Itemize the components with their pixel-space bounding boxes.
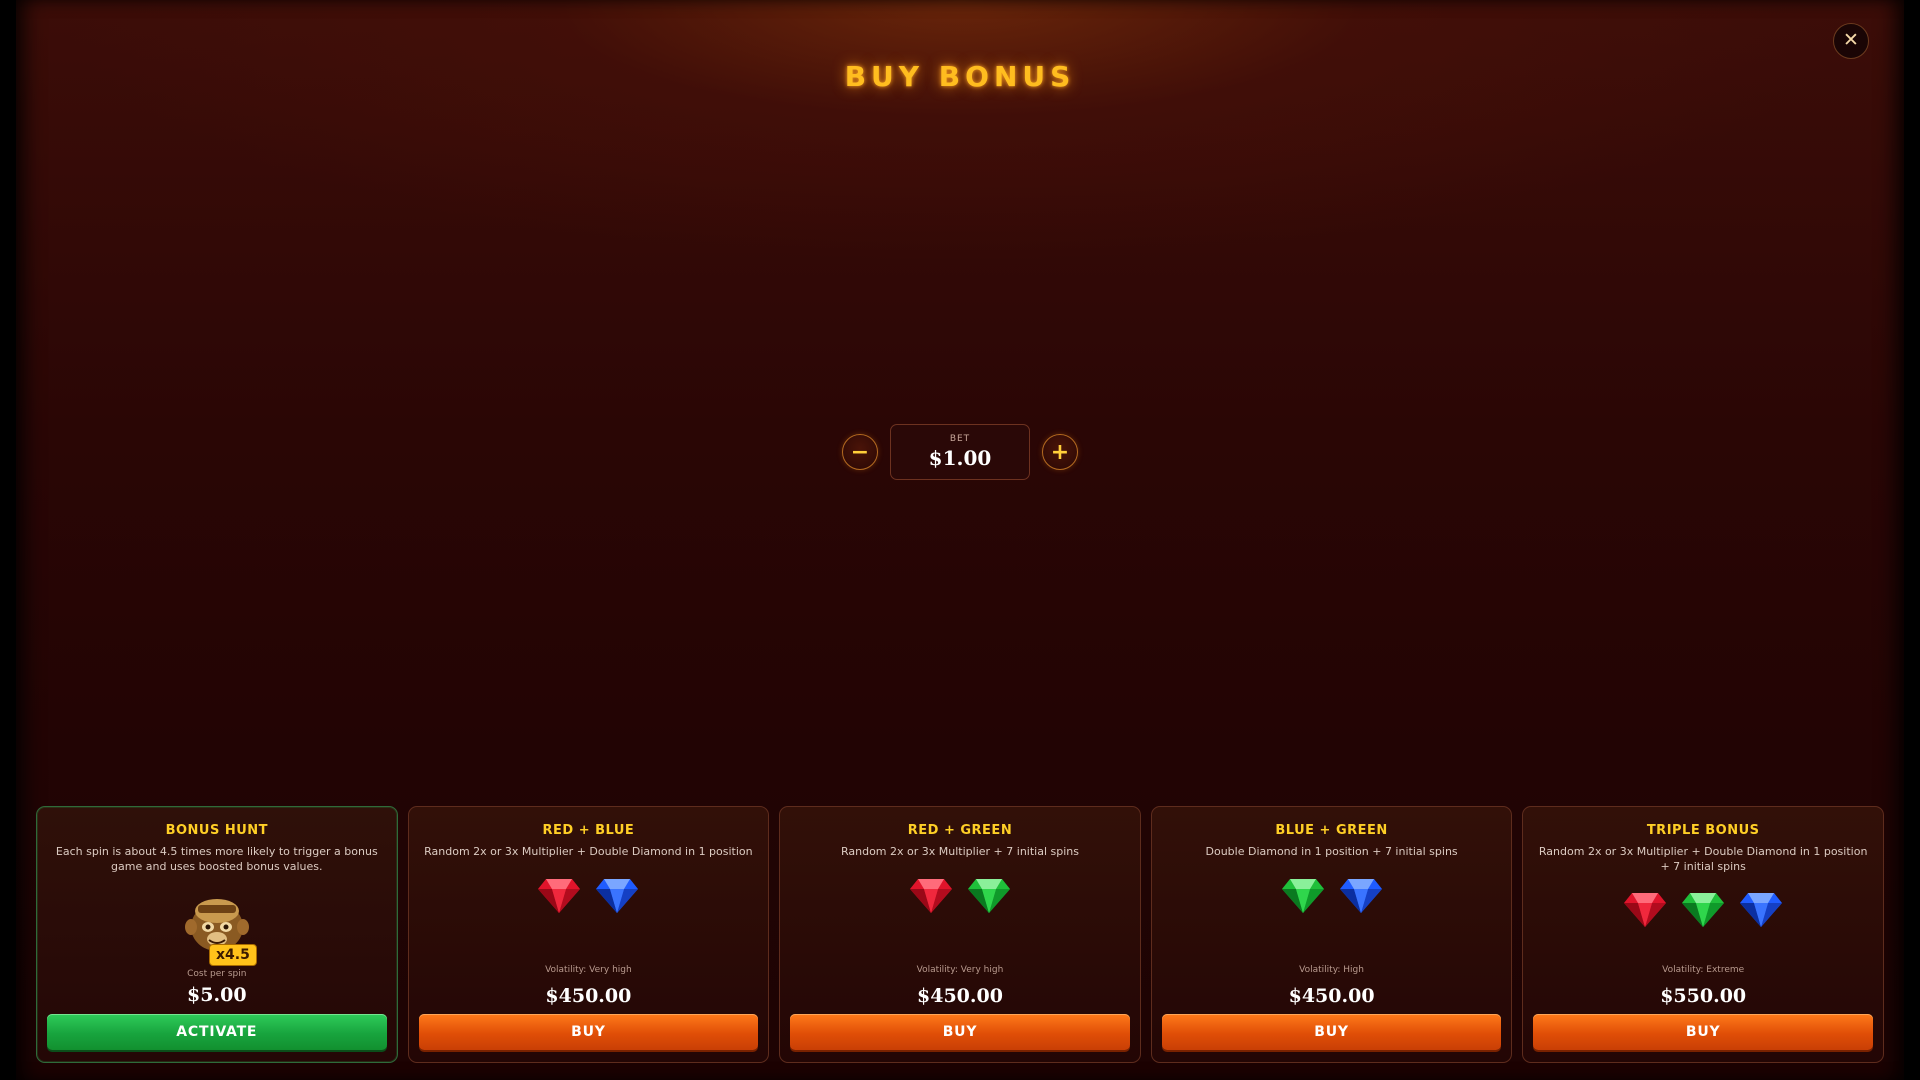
volatility-label: Volatility: Very high: [916, 965, 1004, 975]
green-gem-icon: [1682, 893, 1725, 927]
close-button[interactable]: ✕: [1833, 23, 1869, 59]
red-gem-icon: [909, 879, 952, 913]
card-price: $450.00: [1288, 985, 1375, 1007]
bonus-card-blue-green: BLUE + GREEN Double Diamond in 1 positio…: [1150, 806, 1513, 1063]
blue-gem-icon: [596, 879, 639, 913]
bonus-card-red-blue: RED + BLUE Random 2x or 3x Multiplier + …: [407, 806, 770, 1063]
gem-row: [1523, 889, 1883, 929]
red-gem-icon: [538, 879, 581, 913]
card-description: Random 2x or 3x Multiplier + 7 initial s…: [840, 845, 1079, 858]
multiplier-badge: x4.5: [209, 944, 257, 966]
decrease-bet-button[interactable]: −: [842, 434, 878, 470]
buy-bonus-panel: BUY BONUS ✕ − BET $1.00 + BONUS HUNT Eac…: [16, 0, 1904, 1080]
red-gem-icon: [1624, 893, 1667, 927]
card-price: $450.00: [545, 985, 632, 1007]
volatility-label: Volatility: High: [1299, 965, 1364, 975]
gem-row: [780, 875, 1140, 915]
card-price: $5.00: [187, 984, 247, 1006]
buy-button[interactable]: BUY: [1161, 1014, 1502, 1050]
cost-label: Cost per spin: [187, 969, 247, 979]
card-title: RED + BLUE: [542, 823, 635, 838]
volatility-label: Volatility: Extreme: [1662, 965, 1745, 975]
gem-row: [1152, 875, 1512, 915]
gem-row: [409, 875, 769, 915]
bet-control: − BET $1.00 +: [16, 424, 1904, 480]
card-description: Each spin is about 4.5 times more likely…: [55, 845, 378, 873]
bonus-card-triple-bonus: TRIPLE BONUS Random 2x or 3x Multiplier …: [1522, 806, 1884, 1063]
green-gem-icon: [967, 879, 1010, 913]
card-title: BLUE + GREEN: [1275, 823, 1388, 838]
page-title: BUY BONUS: [844, 60, 1076, 93]
bet-label: BET: [949, 434, 971, 444]
bonus-card-bonus-hunt: BONUS HUNT Each spin is about 4.5 times …: [36, 806, 398, 1063]
card-price: $550.00: [1660, 985, 1747, 1007]
card-description: Random 2x or 3x Multiplier + Double Diam…: [424, 845, 753, 858]
buy-button[interactable]: BUY: [418, 1014, 759, 1050]
bonus-options: BONUS HUNT Each spin is about 4.5 times …: [36, 806, 1884, 1063]
volatility-label: Volatility: Very high: [545, 965, 632, 975]
bonus-card-red-green: RED + GREEN Random 2x or 3x Multiplier +…: [779, 806, 1141, 1063]
card-description: Random 2x or 3x Multiplier + Double Diam…: [1538, 845, 1868, 873]
buy-button[interactable]: BUY: [790, 1014, 1130, 1050]
bet-display: BET $1.00: [890, 424, 1030, 480]
increase-bet-button[interactable]: +: [1042, 434, 1078, 470]
card-title: BONUS HUNT: [165, 823, 269, 838]
green-gem-icon: [1281, 879, 1324, 913]
buy-button[interactable]: BUY: [1533, 1014, 1873, 1050]
card-description: Double Diamond in 1 position + 7 initial…: [1205, 845, 1458, 858]
activate-button[interactable]: ACTIVATE: [47, 1014, 387, 1050]
blue-gem-icon: [1339, 879, 1382, 913]
card-title: RED + GREEN: [907, 823, 1013, 838]
card-title: TRIPLE BONUS: [1646, 823, 1760, 838]
bet-value: $1.00: [928, 446, 992, 470]
blue-gem-icon: [1740, 893, 1783, 927]
card-price: $450.00: [917, 985, 1003, 1007]
